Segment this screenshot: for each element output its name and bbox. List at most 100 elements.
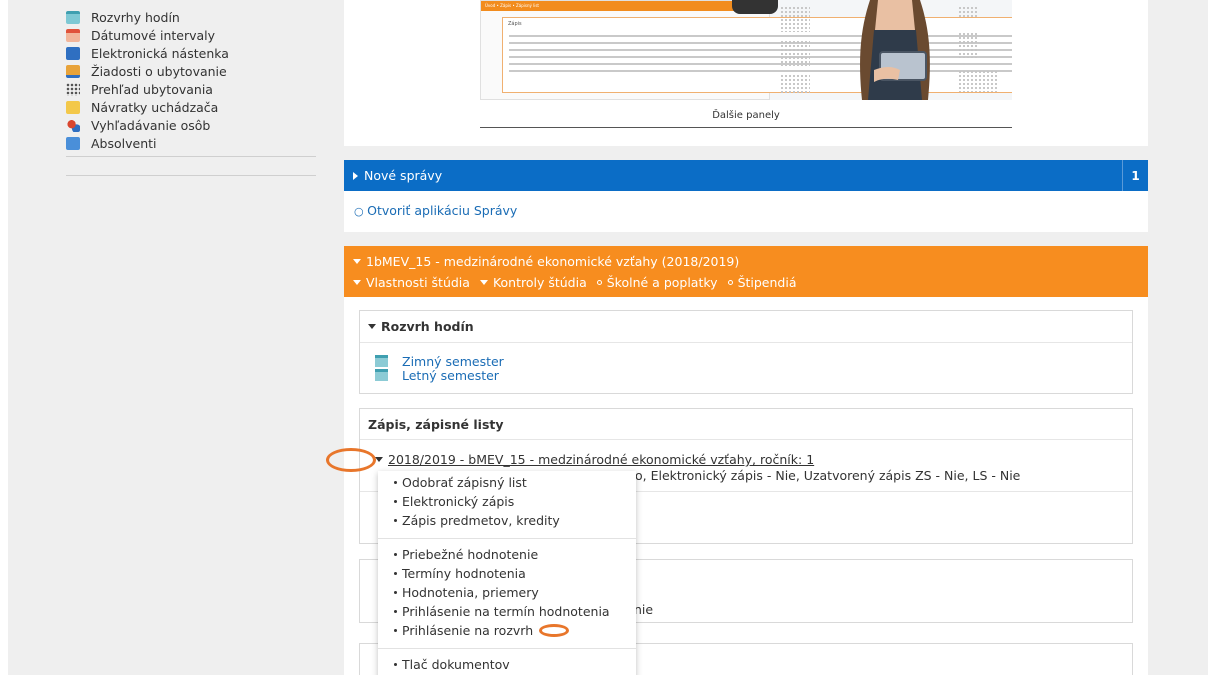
nav-label: Kontroly štúdia — [492, 274, 587, 290]
calendar-icon — [375, 369, 388, 381]
study-title: 1bMEV_15 - medzinárodné ekonomické vzťah… — [366, 253, 740, 269]
sidebar-item-prehlad-ubytovania[interactable]: Prehľad ubytovania — [66, 80, 316, 98]
menu-item-hodnotenia-priemery[interactable]: Hodnotenia, priemery — [378, 583, 636, 602]
promo-screenshot-bar: Úvod • Zápis • Zápisný list — [481, 1, 769, 11]
sidebar-item-vyhladavanie-osob[interactable]: Vyhľadávanie osôb — [66, 116, 316, 134]
nav-kontroly-studia[interactable]: Kontroly štúdia — [479, 274, 587, 290]
chevron-down-icon — [479, 279, 488, 285]
menu-item-terminy-hodnotenia[interactable]: Termíny hodnotenia — [378, 564, 636, 583]
study-title-row[interactable]: 1bMEV_15 - medzinárodné ekonomické vzťah… — [353, 253, 1139, 269]
dot-pattern — [958, 70, 998, 92]
dot-pattern — [958, 32, 978, 58]
menu-item-zapis-predmetov[interactable]: Zápis predmetov, kredity — [378, 511, 636, 530]
messages-panel: Nové správy 1 ○ Otvoriť aplikáciu Správy — [344, 160, 1148, 232]
menu-item-tlac-dokumentov[interactable]: Tlač dokumentov — [378, 655, 636, 674]
nav-label: Vlastnosti štúdia — [366, 274, 470, 290]
menu-item-label: Zápis predmetov, kredity — [402, 513, 560, 528]
sidebar-divider — [66, 156, 316, 157]
chevron-down-icon — [368, 324, 376, 329]
enrolment-box-header: Zápis, zápisné listy — [360, 409, 1132, 440]
nav-stipendia[interactable]: Štipendiá — [727, 274, 797, 290]
enrolment-link[interactable]: 2018/2019 - bMEV_15 - medzinárodné ekono… — [388, 452, 814, 467]
schedule-box-title: Rozvrh hodín — [381, 319, 474, 334]
nav-vlastnosti-studia[interactable]: Vlastnosti štúdia — [353, 275, 470, 290]
bullet-icon — [394, 481, 397, 484]
menu-item-odobrat-zapisny-list[interactable]: Odobrať zápisný list — [378, 473, 636, 492]
menu-item-label: Prihlásenie na rozvrh — [402, 623, 534, 638]
hidden-box-text: nie — [634, 602, 654, 617]
sidebar-item-label: Elektronická nástenka — [91, 45, 229, 61]
menu-item-priebezne-hodnotenie[interactable]: Priebežné hodnotenie — [378, 545, 636, 564]
menu-separator — [378, 648, 636, 649]
promo-image: Úvod • Zápis • Zápisný list Zápis — [480, 0, 1012, 100]
menu-item-label: Termíny hodnotenia — [402, 566, 526, 581]
accommodation-overview-icon — [66, 82, 80, 96]
circle-bullet-icon — [727, 279, 733, 285]
sidebar-item-label: Dátumové intervaly — [91, 27, 216, 43]
menu-item-label: Prihlásenie na termín hodnotenia — [402, 604, 610, 619]
menu-separator — [378, 538, 636, 539]
enrolment-detail: o, Elektronický zápis - Nie, Uzatvorený … — [635, 468, 1021, 483]
chevron-down-icon — [353, 258, 361, 264]
enrolment-box-title: Zápis, zápisné listy — [368, 416, 504, 432]
chevron-down-icon — [353, 279, 361, 285]
menu-item-label: Tlač dokumentov — [402, 657, 510, 672]
sidebar-item-ziadosti-o-ubytovanie[interactable]: Žiadosti o ubytovanie — [66, 62, 316, 80]
chevron-down-icon — [375, 457, 383, 462]
schedule-box: Rozvrh hodín Zimný semester Letný semest… — [359, 310, 1133, 394]
calendar-icon — [66, 28, 80, 42]
messages-header[interactable]: Nové správy 1 — [344, 160, 1148, 191]
menu-item-label: Odobrať zápisný list — [402, 475, 527, 490]
dot-pattern — [780, 40, 810, 66]
applicant-returns-icon — [66, 100, 80, 114]
nav-skolne-a-poplatky[interactable]: Školné a poplatky — [596, 275, 718, 290]
study-nav: Vlastnosti štúdia Kontroly štúdia Školné… — [353, 274, 1139, 290]
open-messages-link[interactable]: ○ Otvoriť aplikáciu Správy — [354, 203, 517, 218]
bullet-icon — [394, 663, 397, 666]
schedule-box-header[interactable]: Rozvrh hodín — [360, 311, 1132, 343]
sidebar-item-navratky-uchadzaca[interactable]: Návratky uchádzača — [66, 98, 316, 116]
page-background: Rozvrhy hodín Dátumové intervaly Elektro… — [8, 0, 1208, 675]
sidebar-divider — [66, 175, 316, 176]
sidebar-item-label: Absolventi — [91, 135, 157, 151]
schedule-icon — [66, 10, 80, 24]
messages-count-badge: 1 — [1122, 160, 1148, 191]
sidebar-item-label: Žiadosti o ubytovanie — [91, 63, 227, 79]
promo-caption[interactable]: Ďalšie panely — [480, 104, 1012, 128]
sidebar-item-rozvrhy-hodin[interactable]: Rozvrhy hodín — [66, 8, 316, 26]
schedule-winter-semester[interactable]: Zimný semester — [375, 353, 1132, 369]
graduates-icon — [66, 136, 80, 150]
sidebar-item-label: Návratky uchádzača — [91, 99, 219, 115]
bullet-icon — [394, 629, 397, 632]
nav-label: Štipendiá — [737, 274, 797, 290]
accommodation-request-icon — [66, 64, 80, 78]
sidebar-item-absolventi[interactable]: Absolventi — [66, 134, 316, 152]
sidebar-item-label: Rozvrhy hodín — [91, 9, 180, 25]
person-search-icon — [66, 118, 80, 132]
menu-item-label: Hodnotenia, priemery — [402, 585, 539, 600]
noticeboard-icon — [66, 46, 80, 60]
schedule-item-label: Letný semester — [402, 367, 499, 383]
enrolment-row[interactable]: 2018/2019 - bMEV_15 - medzinárodné ekono… — [375, 452, 814, 467]
schedule-summer-semester[interactable]: Letný semester — [375, 367, 1132, 383]
open-messages-link-label: Otvoriť aplikáciu Správy — [367, 203, 518, 218]
menu-item-prihlasenie-na-termin[interactable]: Prihlásenie na termín hodnotenia — [378, 602, 636, 621]
promo-panel: Úvod • Zápis • Zápisný list Zápis Ďalšie… — [344, 0, 1148, 146]
bullet-icon — [394, 572, 397, 575]
chevron-right-icon — [353, 171, 358, 180]
menu-item-prihlasenie-na-rozvrh[interactable]: Prihlásenie na rozvrh — [378, 621, 636, 640]
enrolment-context-menu: Odobrať zápisný list Elektronický zápis … — [378, 471, 636, 675]
sidebar-menu: Rozvrhy hodín Dátumové intervaly Elektro… — [66, 8, 316, 152]
annotation-circle — [326, 448, 376, 472]
dot-pattern — [780, 74, 810, 94]
sidebar-item-datumove-intervaly[interactable]: Dátumové intervaly — [66, 26, 316, 44]
schedule-item-label: Zimný semester — [402, 353, 504, 369]
video-play-icon[interactable] — [732, 0, 778, 14]
sidebar-item-elektronicka-nastenka[interactable]: Elektronická nástenka — [66, 44, 316, 62]
bullet-icon — [394, 591, 397, 594]
menu-item-elektronicky-zapis[interactable]: Elektronický zápis — [378, 492, 636, 511]
bullet-icon — [394, 500, 397, 503]
messages-title: Nové správy — [364, 168, 443, 183]
dot-pattern — [958, 6, 978, 18]
bullet-icon — [394, 519, 397, 522]
